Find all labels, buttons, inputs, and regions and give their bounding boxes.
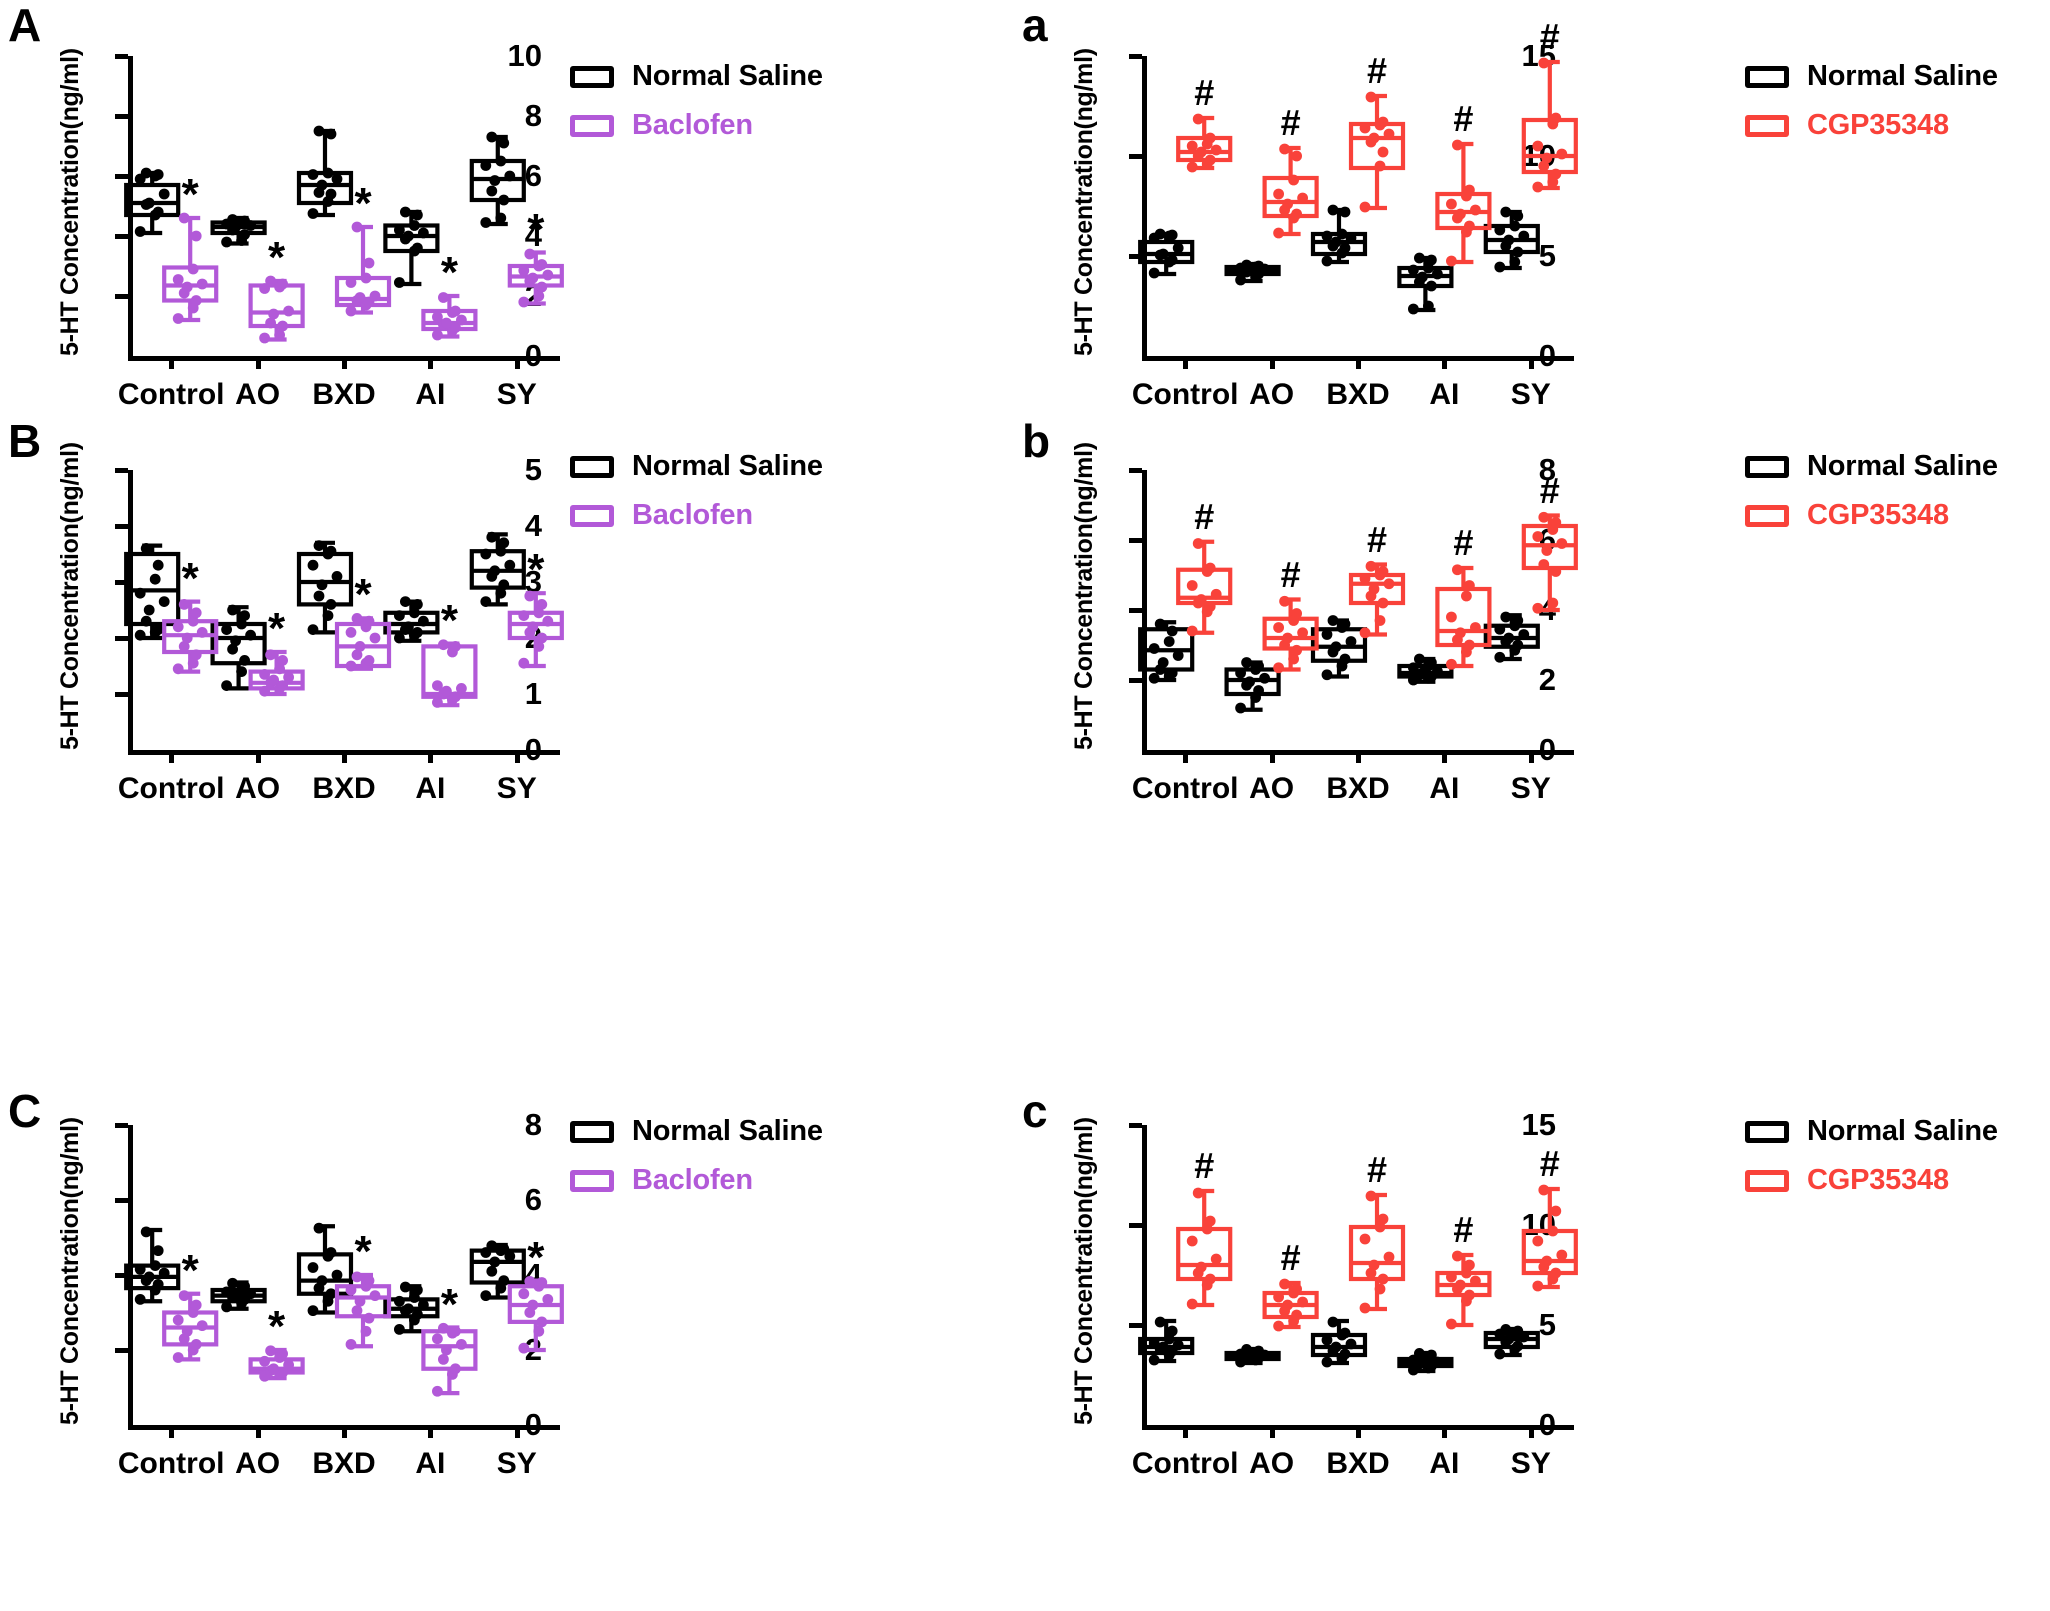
data-point (1425, 1349, 1437, 1361)
legend-c: Normal Saline CGP35348 (1745, 1115, 1998, 1213)
data-point (1446, 1271, 1457, 1283)
data-point (1241, 1344, 1252, 1355)
data-point (1446, 1318, 1457, 1330)
data-point (1345, 1338, 1357, 1350)
data-point (1452, 1250, 1463, 1262)
data-point (1297, 1296, 1309, 1308)
x-tick-label-c-2: BXD (1326, 1447, 1390, 1480)
panel-c: c 5-HT Concentration(ng/ml) 0 5 10 15 Control A… (0, 0, 2050, 1611)
data-point (1383, 1251, 1395, 1263)
significance-marker-c-SY: # (1539, 1143, 1560, 1184)
data-point (1538, 1184, 1550, 1196)
data-point (1279, 1278, 1291, 1290)
significance-marker-c-BXD: # (1366, 1149, 1388, 1190)
data-point (1500, 1324, 1512, 1335)
data-point (1455, 1279, 1466, 1291)
legend-label: Normal Saline (1807, 1115, 1998, 1147)
x-tick-label-c-3: AI (1429, 1447, 1460, 1480)
data-point (1204, 1273, 1216, 1285)
data-point (1166, 1325, 1178, 1337)
legend-key-red (1745, 1169, 1789, 1192)
data-point (1321, 1356, 1333, 1368)
data-point (1374, 1283, 1386, 1295)
box-c-normal-saline-AI (1397, 1348, 1454, 1376)
data-point (1253, 1345, 1264, 1357)
data-point (1339, 1327, 1351, 1339)
box-c-cgp35348-Control (1176, 1187, 1233, 1310)
data-point (1512, 1340, 1524, 1352)
data-point (1339, 1348, 1351, 1360)
data-point (1550, 1267, 1562, 1279)
data-point (1186, 1235, 1198, 1247)
data-point (1413, 1348, 1425, 1359)
data-point (1291, 1309, 1303, 1321)
data-point (1365, 1190, 1377, 1202)
y-axis-label-c: 5-HT Concentration(ng/ml) (1070, 1117, 1098, 1425)
figure-root: A 5-HT Concentration(ng/ml) 0 2 4 6 8 10 Control… (0, 0, 2050, 1611)
data-point (1377, 1273, 1389, 1285)
data-point (1321, 1334, 1333, 1346)
legend-item-c-0: Normal Saline (1745, 1115, 1998, 1148)
data-point (1282, 1299, 1294, 1311)
data-point (1359, 1233, 1371, 1245)
box-c-cgp35348-SY (1521, 1184, 1578, 1292)
x-tick-label-c-0: Control (1131, 1447, 1239, 1480)
data-point (1192, 1187, 1204, 1199)
box-c-cgp35348-AO (1262, 1278, 1319, 1332)
y-tick-c-1 (1129, 1323, 1142, 1328)
data-point (1204, 1215, 1216, 1227)
data-point (1556, 1249, 1568, 1261)
data-point (1273, 1291, 1285, 1303)
data-point (1195, 1261, 1207, 1273)
legend-key-black (1745, 1120, 1789, 1143)
data-point (1148, 1337, 1160, 1349)
plot-area-c: 0 5 10 15 Control AO BXD AI SY # # # # # (1129, 1107, 1578, 1480)
significance-marker-c-Control: # (1194, 1145, 1215, 1186)
data-point (1532, 1235, 1544, 1247)
data-point (1368, 1259, 1380, 1271)
data-point (1494, 1348, 1506, 1360)
y-tick-c-2 (1129, 1223, 1142, 1228)
data-point (1359, 1302, 1371, 1314)
box-c-cgp35348-AI (1435, 1250, 1492, 1330)
data-point (1330, 1341, 1342, 1353)
data-point (1547, 1225, 1559, 1237)
box-c-normal-saline-SY (1483, 1324, 1540, 1360)
data-point (1291, 1283, 1303, 1295)
y-tick-c-3 (1129, 1123, 1142, 1128)
data-point (1470, 1275, 1481, 1287)
data-point (1532, 1280, 1544, 1292)
legend-item-c-1: CGP35348 (1745, 1164, 1998, 1197)
significance-marker-c-AO: # (1280, 1237, 1301, 1278)
data-point (1186, 1298, 1198, 1310)
x-tick-label-c-4: SY (1510, 1447, 1551, 1480)
data-point (1550, 1205, 1562, 1217)
data-point (1464, 1259, 1475, 1271)
data-point (1377, 1213, 1389, 1225)
data-point (1273, 1320, 1285, 1332)
box-c-normal-saline-Control (1138, 1316, 1195, 1366)
data-point (1327, 1316, 1339, 1328)
box-c-normal-saline-AO (1224, 1344, 1281, 1368)
data-point (1148, 1354, 1160, 1366)
data-point (1541, 1255, 1553, 1267)
data-point (1512, 1325, 1524, 1337)
data-point (1172, 1339, 1184, 1351)
legend-label: CGP35348 (1807, 1164, 1949, 1196)
panel-letter-c: c (1022, 1085, 1048, 1137)
data-point (1154, 1316, 1166, 1328)
data-point (1210, 1253, 1222, 1265)
box-c-cgp35348-BXD (1348, 1190, 1406, 1314)
x-tick-label-c-1: AO (1249, 1447, 1295, 1480)
significance-marker-c-AI: # (1453, 1209, 1474, 1250)
data-point (1464, 1289, 1475, 1301)
box-c-normal-saline-BXD (1310, 1316, 1368, 1368)
